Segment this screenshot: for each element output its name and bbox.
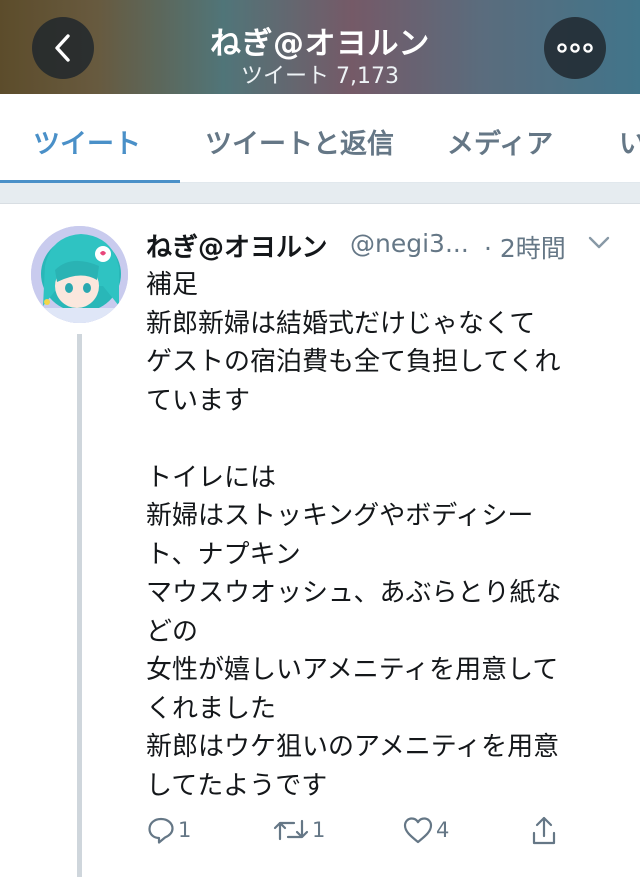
tweet-actions: 1 1 4 bbox=[146, 815, 616, 855]
tab-tweets[interactable]: ツイート bbox=[33, 122, 141, 161]
retweet-button[interactable]: 1 bbox=[272, 815, 325, 845]
profile-tabs: ツイート ツイートと返信 メディア い bbox=[0, 94, 640, 184]
tab-tweets-and-replies[interactable]: ツイートと返信 bbox=[205, 122, 394, 161]
author-name[interactable]: ねぎ@オヨルン bbox=[146, 227, 327, 264]
retweet-icon bbox=[273, 819, 309, 841]
tab-likes[interactable]: い bbox=[619, 122, 640, 161]
more-dots-icon bbox=[557, 43, 593, 53]
tweet-line: ゲストの宿泊費も全て負担してくれ bbox=[146, 347, 561, 377]
heart-icon bbox=[403, 817, 433, 844]
share-button[interactable] bbox=[530, 815, 558, 847]
retweet-count: 1 bbox=[312, 818, 326, 842]
section-divider bbox=[0, 183, 640, 204]
tweet-line: してたようです bbox=[146, 770, 328, 801]
profile-header: ねぎ@オヨルン ツイート 7,173 bbox=[0, 0, 640, 94]
more-button[interactable] bbox=[544, 17, 606, 79]
tweet-line: 女性が嬉しいアメニティを用意して bbox=[146, 655, 559, 685]
avatar-illustration bbox=[31, 226, 128, 323]
tweet-line: マウスウオッシュ、あぶらとり紙な bbox=[146, 578, 562, 608]
tweet-line: トイレには bbox=[146, 462, 277, 493]
reply-count: 1 bbox=[178, 818, 192, 842]
tweet-line: くれました bbox=[146, 693, 277, 724]
tweet-line: どの bbox=[146, 616, 199, 647]
tweet-line: 新婦はストッキングやボディシー bbox=[146, 501, 534, 531]
tweet-text: 補足 新郎新婦は結婚式だけじゃなくて ゲストの宿泊費も全て負担してくれ ています… bbox=[146, 266, 616, 805]
tweet-line: 新郎新婦は結婚式だけじゃなくて bbox=[146, 308, 536, 339]
tab-media[interactable]: メディア bbox=[447, 122, 553, 161]
tweet-count: ツイート 7,173 bbox=[241, 64, 399, 89]
tweet-line: 新郎はウケ狙いのアメニティを用意 bbox=[146, 732, 560, 762]
avatar[interactable] bbox=[31, 226, 128, 323]
like-count: 4 bbox=[436, 818, 450, 842]
thread-line bbox=[77, 334, 82, 877]
tweet-time[interactable]: · 2時間 bbox=[484, 229, 566, 265]
tweet-line: ト、ナプキン bbox=[146, 539, 301, 570]
author-handle[interactable]: @negi3... bbox=[350, 229, 469, 258]
reply-button[interactable]: 1 bbox=[146, 815, 191, 845]
share-icon bbox=[532, 816, 556, 845]
tweet-line: ています bbox=[146, 385, 251, 416]
tweet-line bbox=[146, 420, 616, 459]
chevron-down-icon[interactable] bbox=[588, 236, 610, 250]
reply-icon bbox=[148, 817, 174, 844]
like-button[interactable]: 4 bbox=[402, 815, 449, 845]
tweet-line: 補足 bbox=[146, 270, 199, 300]
